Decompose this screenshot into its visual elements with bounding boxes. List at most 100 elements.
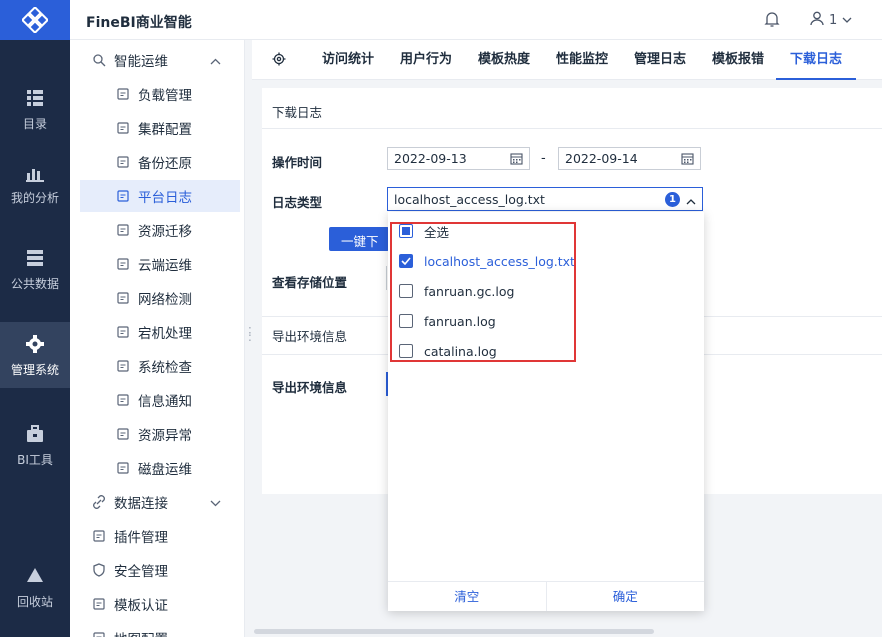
log-type-select[interactable]: localhost_access_log.txt 1	[387, 187, 703, 211]
divider	[262, 128, 882, 129]
tree-item[interactable]: 网络检测	[70, 282, 244, 314]
network-icon	[116, 291, 130, 305]
tree-item[interactable]: 资源异常	[70, 418, 244, 450]
plugin-icon	[92, 529, 106, 543]
tree-item[interactable]: 资源迁移	[70, 214, 244, 246]
tree-item[interactable]: 安全管理	[70, 554, 244, 586]
section-title-export: 导出环境信息	[272, 329, 348, 344]
tree-item[interactable]: 模板认证	[70, 588, 244, 620]
tab-access-stats[interactable]: 访问统计	[322, 40, 374, 80]
tree-item[interactable]: 云端运维	[70, 248, 244, 280]
tree-item-label: 模板认证	[114, 598, 168, 614]
admin-nav-tree: 智能运维负载管理集群配置备份还原平台日志资源迁移云端运维网络检测宕机处理系统检查…	[70, 40, 245, 637]
warning-icon	[116, 427, 130, 441]
date-to-input[interactable]: 2022-09-14	[558, 147, 701, 170]
chevron-down-icon[interactable]	[210, 495, 221, 511]
date-to-value: 2022-09-14	[565, 151, 638, 166]
user-menu[interactable]: 1	[810, 11, 852, 30]
notify-icon	[116, 393, 130, 407]
rail-item-system-admin[interactable]: 管理系统	[0, 322, 70, 388]
rail-label: 公共数据	[10, 276, 59, 291]
calendar-icon[interactable]	[681, 152, 694, 168]
ops-icon	[92, 53, 106, 67]
tree-item-label: 平台日志	[138, 190, 192, 206]
tree-item[interactable]: 集群配置	[70, 112, 244, 144]
tree-item[interactable]: 磁盘运维	[70, 452, 244, 484]
confirm-button[interactable]: 确定	[545, 582, 705, 611]
rail-item-my-analysis[interactable]: 我的分析	[0, 150, 70, 216]
tree-item-label: 信息通知	[138, 394, 192, 410]
toolbox-icon	[27, 424, 43, 442]
rail-label: 管理系统	[10, 362, 59, 377]
tab-download-log[interactable]: 下载日志	[776, 40, 857, 80]
tree-item[interactable]: 宕机处理	[70, 316, 244, 348]
rail-item-recycle-bin[interactable]: 回收站	[0, 554, 70, 620]
rail-item-catalog[interactable]: 目录	[0, 76, 70, 142]
clear-button[interactable]: 清空	[388, 582, 546, 611]
annotation-highlight-box	[390, 222, 576, 362]
tree-item-label: 磁盘运维	[138, 462, 192, 478]
cloud-icon	[116, 257, 130, 271]
dropdown-footer: 清空 确定	[388, 581, 704, 611]
tab-bar: 访问统计 用户行为 模板热度 性能监控 管理日志 模板报错 下载日志	[252, 40, 882, 80]
rail-label: 目录	[22, 116, 47, 131]
tree-item-label: 负载管理	[138, 88, 192, 104]
tree-item[interactable]: 智能运维	[70, 44, 244, 76]
load-icon	[116, 87, 130, 101]
date-from-value: 2022-09-13	[394, 151, 467, 166]
export-env-label: 导出环境信息	[272, 380, 348, 395]
tree-item[interactable]: 信息通知	[70, 384, 244, 416]
bell-icon[interactable]	[764, 11, 780, 32]
download-all-button[interactable]: 一键下载	[329, 227, 389, 251]
tree-item-label: 智能运维	[114, 54, 168, 70]
tab-admin-log[interactable]: 管理日志	[634, 40, 686, 80]
link-icon	[92, 495, 106, 509]
settings-gear-icon[interactable]	[272, 52, 286, 70]
log-type-value: localhost_access_log.txt	[394, 192, 545, 207]
tree-item[interactable]: 数据连接	[70, 486, 244, 518]
section-title-download: 下载日志	[272, 105, 323, 120]
tree-item-label: 系统检查	[138, 360, 192, 376]
tree-item[interactable]: 地图配置	[70, 622, 244, 637]
tree-item-label: 安全管理	[114, 564, 168, 580]
tab-performance[interactable]: 性能监控	[556, 40, 608, 80]
app-logo-icon[interactable]	[0, 0, 70, 40]
brand-title: FineBI商业智能	[86, 15, 192, 31]
tree-item[interactable]: 备份还原	[70, 146, 244, 178]
rail-item-public-data[interactable]: 公共数据	[0, 236, 70, 302]
rail-item-bi-tools[interactable]: BI工具	[0, 412, 70, 478]
tree-item-label: 数据连接	[114, 496, 168, 512]
catalog-icon	[27, 89, 43, 106]
template-icon	[92, 597, 106, 611]
log-type-dropdown: 全选 localhost_access_log.txt fanruan.gc.l…	[388, 212, 704, 611]
chevron-up-icon[interactable]	[210, 53, 221, 69]
log-type-label: 日志类型	[272, 195, 323, 210]
recycle-icon	[27, 567, 43, 582]
user-name: 1	[829, 13, 838, 28]
tree-item[interactable]: 平台日志	[80, 180, 240, 212]
top-bar: FineBI商业智能 1	[70, 0, 882, 40]
tab-template-heat[interactable]: 模板热度	[478, 40, 530, 80]
date-from-input[interactable]: 2022-09-13	[387, 147, 530, 170]
horizontal-scrollbar[interactable]	[254, 629, 654, 634]
resize-handle[interactable]: ⁚ ⁚	[248, 326, 252, 343]
date-separator: -	[541, 151, 546, 166]
rail-label: BI工具	[17, 452, 53, 467]
tree-item-label: 资源迁移	[138, 224, 192, 240]
left-rail: 目录 我的分析 公共数据 管理系统 BI工具 回收站	[0, 0, 70, 637]
tree-item[interactable]: 系统检查	[70, 350, 244, 382]
tab-user-behavior[interactable]: 用户行为	[400, 40, 452, 80]
cluster-icon	[116, 121, 130, 135]
tree-item-label: 备份还原	[138, 156, 192, 172]
storage-field[interactable]	[386, 266, 387, 290]
rail-label: 回收站	[16, 594, 53, 609]
database-icon	[27, 249, 43, 266]
migrate-icon	[116, 223, 130, 237]
tab-template-error[interactable]: 模板报错	[712, 40, 764, 80]
tree-item[interactable]: 负载管理	[70, 78, 244, 110]
tree-item[interactable]: 插件管理	[70, 520, 244, 552]
tree-item-label: 网络检测	[138, 292, 192, 308]
log-icon	[116, 189, 130, 203]
chart-icon	[26, 168, 44, 182]
calendar-icon[interactable]	[510, 152, 523, 168]
